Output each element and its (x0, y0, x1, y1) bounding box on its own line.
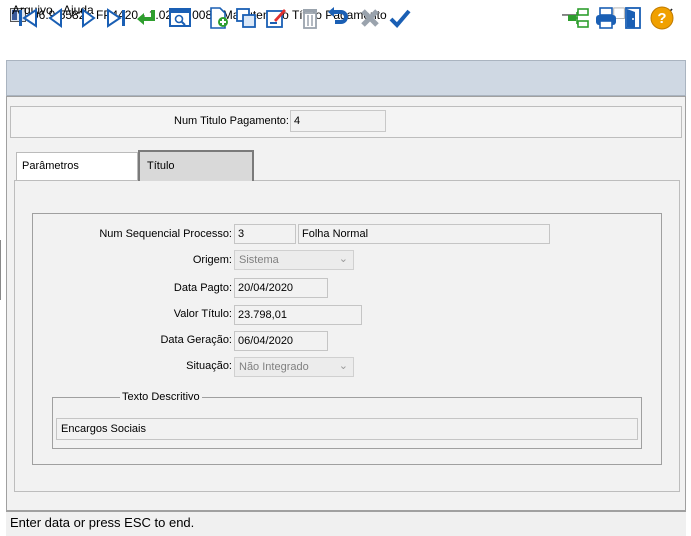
new-record-icon[interactable] (206, 6, 230, 30)
help-icon[interactable]: ? (650, 6, 674, 30)
data-geracao-input[interactable]: 06/04/2020 (234, 331, 328, 351)
seq-processo-input[interactable]: 3 (234, 224, 296, 244)
toolbar (6, 60, 686, 96)
search-icon[interactable] (168, 6, 192, 30)
last-icon[interactable] (104, 6, 128, 30)
status-text: Enter data or press ESC to end. (10, 515, 195, 530)
tab-titulo-label: Título (147, 160, 175, 172)
data-pagto-input[interactable]: 20/04/2020 (234, 278, 328, 298)
previous-icon[interactable] (44, 6, 68, 30)
tab-parametros-label: Parâmetros (22, 160, 79, 172)
edit-icon[interactable] (264, 6, 288, 30)
origem-select[interactable]: Sistema ⌄ (234, 250, 354, 270)
valor-titulo-input[interactable]: 23.798,01 (234, 305, 362, 325)
num-titulo-input[interactable]: 4 (290, 110, 386, 132)
origem-value: Sistema (239, 254, 279, 266)
texto-descritivo-input[interactable]: Encargos Sociais (56, 418, 638, 440)
print-icon[interactable] (594, 6, 618, 30)
valor-titulo-label: Valor Título: (173, 308, 232, 320)
tree-icon[interactable] (566, 6, 590, 30)
chevron-down-icon: ⌄ (338, 360, 348, 372)
enter-icon[interactable] (134, 6, 158, 30)
texto-descritivo-title: Texto Descritivo (120, 391, 202, 403)
situacao-label: Situação: (186, 360, 232, 372)
copy-icon[interactable] (234, 6, 258, 30)
svg-text:?: ? (657, 10, 666, 27)
window-edge (0, 240, 3, 300)
next-icon[interactable] (76, 6, 100, 30)
data-geracao-label: Data Geração: (160, 334, 232, 346)
situacao-select[interactable]: Não Integrado ⌄ (234, 357, 354, 377)
first-icon[interactable] (16, 6, 40, 30)
delete-icon[interactable] (298, 6, 322, 30)
chevron-down-icon: ⌄ (338, 253, 348, 265)
cancel-icon[interactable] (358, 6, 382, 30)
exit-icon[interactable] (622, 6, 646, 30)
seq-processo-desc: Folha Normal (298, 224, 550, 244)
situacao-value: Não Integrado (239, 361, 309, 373)
num-titulo-label: Num Titulo Pagamento: (174, 115, 289, 127)
menu-bar (0, 30, 691, 52)
origem-label: Origem: (192, 254, 232, 266)
data-pagto-label: Data Pagto: (173, 282, 232, 294)
undo-icon[interactable] (326, 6, 350, 30)
seq-processo-label: Num Sequencial Processo: (99, 228, 232, 240)
confirm-icon[interactable] (388, 6, 412, 30)
